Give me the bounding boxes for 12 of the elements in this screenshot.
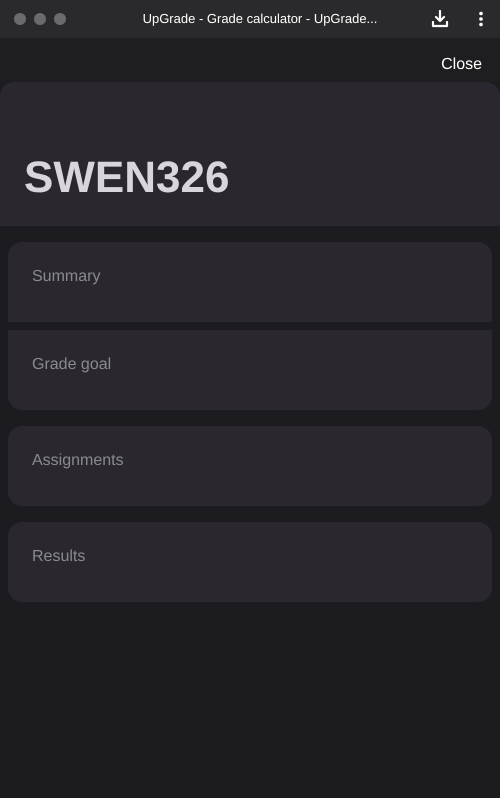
close-button[interactable]: Close [441,53,482,77]
section-card[interactable]: Grade goal [8,330,492,410]
course-title: SWEN326 [24,156,230,200]
window-control-icon[interactable] [34,13,46,25]
section-card[interactable]: Results [8,522,492,602]
section-card[interactable]: Summary [8,242,492,322]
more-icon[interactable] [478,11,484,27]
window-control-icon[interactable] [54,13,66,25]
window-control-icon[interactable] [14,13,26,25]
download-icon[interactable] [430,9,450,29]
section-card[interactable]: Assignments [8,426,492,506]
window-title: UpGrade - Grade calculator - UpGrade... [142,10,378,28]
